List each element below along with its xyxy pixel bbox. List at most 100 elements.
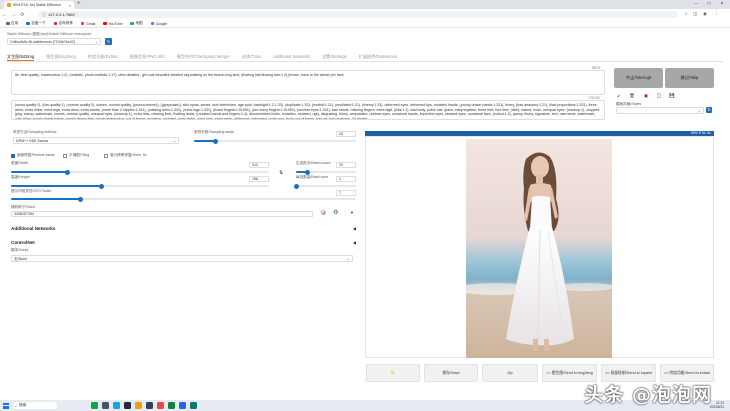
taskbar-search[interactable]: ⌕ 搜索 [13, 402, 57, 409]
width-label: 宽度/Width [11, 161, 29, 165]
additional-networks-accordion[interactable]: Additional Networks ◀ [11, 226, 356, 231]
read-params-icon[interactable]: ↙ [616, 93, 622, 99]
script-select[interactable]: 无/None ⌄ [11, 255, 353, 262]
show-extra-networks-icon[interactable]: ▣ [643, 93, 649, 99]
url-bar[interactable]: ⓘ 127.0.0.1:7860 [38, 11, 678, 18]
taskbar-app-icon[interactable] [179, 402, 186, 409]
zip-button[interactable]: Zip [482, 364, 538, 382]
checkbox-box [11, 153, 15, 158]
progress-text: 99% ETA: 6s [690, 131, 711, 135]
width-slider[interactable] [11, 169, 269, 175]
batch-count-slider[interactable] [296, 169, 356, 175]
skip-button[interactable]: 跳过/Skip [665, 68, 714, 88]
tab-checkpoint-merger[interactable]: 模型合并/Checkpoint Merger [177, 54, 230, 61]
bookmark-icon [80, 21, 85, 26]
tab-extensions[interactable]: 扩展插件/Extensions [359, 54, 397, 61]
tab-settings[interactable]: 设置/Settings [322, 54, 347, 61]
new-tab-button[interactable]: + [77, 1, 81, 7]
tab-img2img[interactable]: 图生图/img2img [46, 54, 76, 61]
taskbar-app-icon[interactable] [146, 402, 153, 409]
profile-icon[interactable]: ◉ [703, 11, 707, 17]
trash-icon[interactable]: 🗑 [629, 93, 635, 99]
batch-count-label: 生成批次/Batch count [296, 161, 331, 165]
bookmark-item[interactable]: 应用 [6, 21, 18, 26]
cfg-slider[interactable] [11, 196, 356, 202]
checkpoint-refresh-button[interactable]: ↻ [105, 38, 112, 45]
slider-handle[interactable] [65, 169, 71, 175]
slider-handle[interactable] [98, 183, 104, 189]
minimize-button[interactable]: – [690, 0, 702, 9]
bookmark-item[interactable]: YouTube [103, 22, 122, 26]
extensions-icon[interactable]: ◫ [693, 11, 697, 17]
slider-handle[interactable] [212, 138, 218, 144]
steps-slider[interactable] [194, 138, 356, 144]
checkpoint-value: ChilloutMix-Ni.safetensors [7234b76e42] [10, 40, 75, 44]
taskbar-app-icon[interactable] [102, 402, 109, 409]
width-input[interactable]: 512 [249, 162, 269, 168]
batch-size-slider[interactable] [293, 183, 356, 189]
taskbar-app-icon[interactable] [168, 402, 175, 409]
sampler-select[interactable]: DPM++ SDE Karras ⌄ [13, 137, 179, 144]
checkpoint-label: Stable Diffusion 模型(ckpt)/Stable Diffusi… [7, 32, 92, 36]
save-button[interactable]: 保存/Save [424, 364, 478, 382]
back-button[interactable]: ← [0, 12, 9, 18]
collapse-icon: ◀ [352, 240, 356, 245]
windows-start-icon[interactable] [3, 402, 9, 409]
taskbar-app-icon[interactable] [190, 402, 197, 409]
taskbar-chrome-icon[interactable] [135, 402, 142, 409]
taskbar-app-icon[interactable] [91, 402, 98, 409]
site-info-icon[interactable]: ⓘ [42, 12, 46, 18]
steps-input[interactable]: 20 [336, 131, 356, 137]
browser-tab[interactable]: 99% ETA: 6s] Stable Diffusion × [4, 1, 74, 9]
bookmark-icon [53, 21, 58, 26]
open-folder-button[interactable]: 📁 [366, 364, 420, 382]
checkpoint-select[interactable]: ChilloutMix-Ni.safetensors [7234b76e42] … [7, 38, 101, 45]
prompt-input[interactable]: 8k, best quality, masterpiece:1.2), (rea… [11, 70, 605, 95]
bookmark-item[interactable]: Gmail [80, 21, 95, 26]
bookmark-item[interactable]: 地图 [130, 21, 143, 26]
bookmark-item[interactable]: 百度一下 [26, 21, 46, 26]
reload-button[interactable]: ⟳ [18, 12, 27, 18]
restore-faces-checkbox[interactable]: 面部修复/Restore faces [11, 153, 55, 158]
taskbar-app-icon[interactable] [124, 402, 131, 409]
batch-size-input[interactable]: 1 [336, 176, 356, 182]
height-slider[interactable] [11, 183, 269, 189]
tab-close-icon[interactable]: × [69, 3, 71, 8]
taskbar-app-icon[interactable] [157, 402, 164, 409]
bookmark-item[interactable]: Google [150, 21, 167, 26]
seed-input[interactable]: 3496257394 [11, 211, 313, 217]
slider-handle[interactable] [77, 196, 83, 202]
save-style-icon[interactable]: 💾 [669, 93, 675, 99]
tab-txt2img[interactable]: 文生图/txt2img [7, 54, 35, 61]
styles-refresh-button[interactable]: ↻ [706, 107, 712, 113]
star-icon[interactable]: ☆ [684, 11, 688, 17]
tab-additional-networks[interactable]: Additional Networks [273, 54, 310, 61]
apply-style-icon[interactable]: 📋 [656, 93, 662, 99]
random-seed-icon[interactable]: 🎲 [320, 210, 326, 216]
seed-extra-toggle-icon[interactable]: ▼ [350, 210, 354, 215]
swap-dimensions-icon[interactable]: ⇅ [279, 170, 283, 176]
window-close-button[interactable]: × [716, 0, 728, 9]
batch-count-input[interactable]: 20 [336, 162, 356, 168]
maximize-button[interactable]: □ [703, 0, 715, 9]
styles-select[interactable]: ⌄ [616, 107, 704, 114]
reuse-seed-icon[interactable]: ♻ [333, 209, 338, 216]
forward-button[interactable]: → [9, 12, 18, 18]
tab-extras[interactable]: 附加功能/Extras [88, 54, 118, 61]
tiling-checkbox[interactable]: 平铺图/Tiling [63, 153, 89, 158]
slider-handle[interactable] [304, 169, 310, 175]
interrupt-button[interactable]: 中止/Interrupt [614, 68, 663, 88]
menu-icon[interactable]: ⋮ [714, 11, 719, 17]
bookmark-icon [150, 21, 155, 26]
cfg-input[interactable]: 7 [336, 190, 356, 196]
tab-png-info[interactable]: 图像信息/PNG Info [130, 54, 165, 61]
generated-image[interactable] [466, 139, 612, 358]
slider-handle[interactable] [293, 183, 299, 189]
bookmark-item[interactable]: 百年修炼 [53, 21, 73, 26]
controlnet-accordion[interactable]: ControlNet ◀ [11, 240, 356, 245]
height-input[interactable]: 768 [249, 176, 269, 182]
hires-fix-checkbox[interactable]: 高分辨率修复/Hires. fix [104, 153, 147, 158]
negative-prompt-input[interactable]: (worst quality:2), (low quality:2), (nor… [11, 100, 605, 120]
tab-train[interactable]: 训练/Train [242, 54, 261, 61]
taskbar-app-icon[interactable] [113, 402, 120, 409]
